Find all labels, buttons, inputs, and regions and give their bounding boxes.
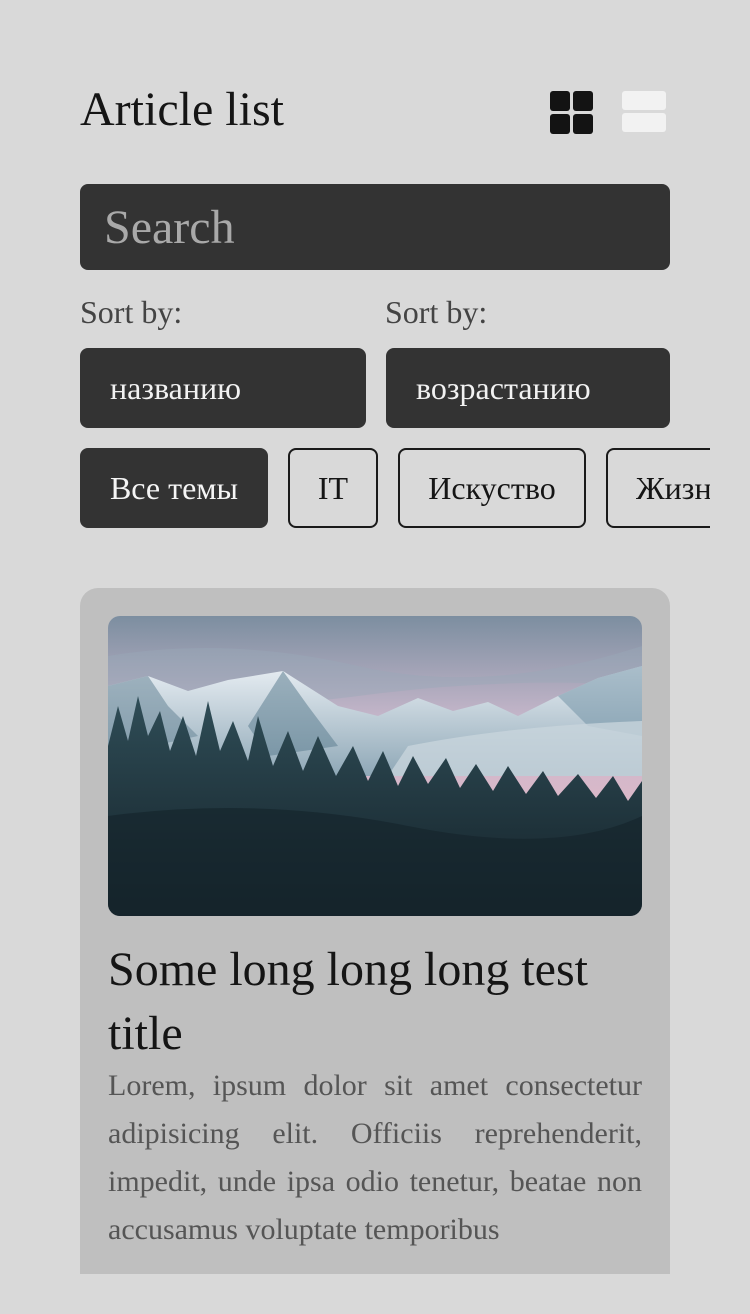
list-view-icon[interactable] (622, 91, 666, 135)
tag-it[interactable]: IT (288, 448, 378, 528)
sort-order-label: Sort by: (385, 294, 488, 330)
topic-tabs: Все темы IT Искуство Жизнь (80, 448, 710, 528)
grid-view-icon[interactable] (550, 91, 594, 135)
page-title: Article list (80, 83, 284, 136)
tag-life[interactable]: Жизнь (606, 448, 710, 528)
search-input[interactable] (80, 184, 670, 270)
sort-field-label: Sort by: (80, 294, 183, 330)
mountain-forest-image (108, 616, 642, 916)
tag-art[interactable]: Искуство (398, 448, 586, 528)
sort-field-select[interactable]: названию (80, 348, 366, 428)
article-title[interactable]: Some long long long test title (108, 938, 642, 1066)
tag-all-topics[interactable]: Все темы (80, 448, 268, 528)
page-header: Article list (80, 82, 670, 138)
sort-order-select[interactable]: возрастанию (386, 348, 670, 428)
article-card[interactable]: Some long long long test title Lorem, ip… (80, 588, 670, 1274)
article-excerpt: Lorem, ipsum dolor sit amet consectetur … (108, 1069, 642, 1246)
